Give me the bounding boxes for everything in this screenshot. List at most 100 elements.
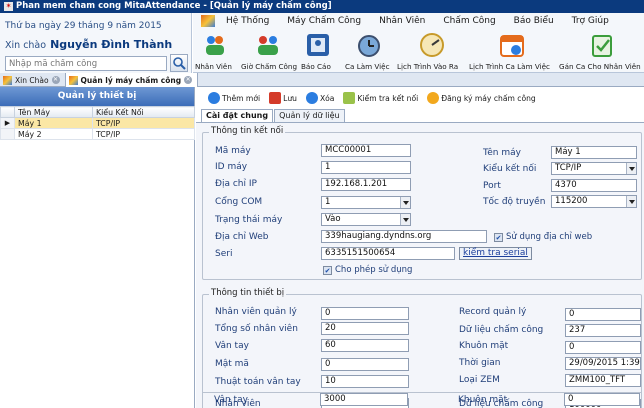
delete-user-icon [305, 92, 318, 104]
add-button[interactable]: Thêm mới [208, 92, 260, 104]
test-connection-button[interactable]: Kiểm tra kết nối [343, 92, 418, 104]
label-van-tay-capacity: Vân tay [214, 395, 248, 405]
calendar-icon [500, 35, 524, 57]
ribbon-gan-ca-cho-nhan-vien[interactable]: Gán Ca Cho Nhân Viên [559, 29, 643, 73]
id-may-field[interactable]: 1 [321, 161, 411, 174]
greeting-label: Xin chào [5, 40, 47, 51]
search-button[interactable] [170, 54, 188, 72]
chevron-down-icon[interactable] [400, 214, 410, 225]
ribbon-lich-trinh-ca-lam-viec[interactable]: Lịch Trình Ca Làm Việc [469, 29, 557, 73]
record-quan-ly-field[interactable]: 0 [565, 308, 641, 321]
thoi-gian-field[interactable]: 29/09/2015 1:39 [565, 357, 641, 370]
table-row[interactable]: ▶ Máy 1 TCP/IP [0, 117, 195, 129]
label-toc-do-truyen: Tốc độ truyền [483, 197, 546, 207]
clock-people-icon [258, 36, 278, 55]
label-thoi-gian: Thời gian [459, 358, 501, 368]
label-thuat-toan-van-tay: Thuật toán vân tay [215, 377, 301, 387]
device-info-group: Thông tin thiết bị Nhân viên quản lý 0 R… [202, 288, 642, 408]
tab-xin-chao[interactable]: Xin Chào ✕ [0, 73, 66, 87]
port-field[interactable]: 4370 [551, 179, 637, 192]
employee-code-search-input[interactable] [5, 56, 167, 71]
column-header-kieu-ket-noi[interactable]: Kiểu Kết Nối [92, 106, 195, 118]
check-serial-button[interactable]: kiểm tra serial [459, 247, 532, 260]
menu-tro-giup[interactable]: Trợ Giúp [563, 16, 618, 26]
label-tong-so-nhan-vien: Tổng số nhân viên [215, 324, 298, 334]
chevron-down-icon[interactable] [626, 163, 636, 174]
chevron-down-icon[interactable] [626, 196, 636, 207]
label-kieu-ket-noi: Kiểu kết nối [483, 164, 537, 174]
alarm-clock-icon [358, 35, 380, 57]
du-lieu-cham-cong-field[interactable]: 237 [565, 324, 641, 337]
van-tay-field[interactable]: 60 [321, 339, 409, 352]
main-menu-bar: Hệ Thống Máy Chấm Công Nhân Viên Chấm Cô… [193, 13, 644, 29]
user-name: Nguyễn Đình Thành [50, 38, 173, 51]
label-id-may: ID máy [215, 162, 248, 172]
label-ma-may: Mã máy [215, 146, 251, 156]
dia-chi-ip-field[interactable]: 192.168.1.201 [321, 178, 411, 191]
window-title: Phan mem cham cong MitaAttendance - [Quả… [16, 1, 332, 11]
cell-connection-type: TCP/IP [92, 117, 195, 129]
khuon-mat-capacity-field[interactable]: 0 [564, 393, 640, 406]
row-indicator-header [0, 106, 15, 118]
column-header-ten-may[interactable]: Tên Máy [14, 106, 93, 118]
cong-com-select[interactable]: 1 [321, 196, 411, 209]
toc-do-truyen-select[interactable]: 115200 [551, 195, 637, 208]
tab-quan-ly-du-lieu[interactable]: Quản lý dữ liệu [274, 109, 345, 122]
report-icon [307, 34, 329, 56]
ma-may-field[interactable]: MCC00001 [321, 144, 411, 157]
seri-field[interactable]: 6335151500654 [321, 247, 455, 260]
cell-connection-type: TCP/IP [92, 128, 195, 140]
close-icon[interactable]: ✕ [184, 76, 193, 84]
device-info-title: Thông tin thiết bị [209, 288, 287, 298]
save-button[interactable]: Lưu [269, 92, 297, 104]
schedule-icon [420, 33, 444, 57]
loai-zem-field[interactable]: ZMM100_TFT [565, 374, 641, 387]
menu-he-thong[interactable]: Hệ Thống [217, 16, 278, 26]
delete-button[interactable]: Xóa [305, 92, 334, 104]
trang-thai-may-select[interactable]: Vào [321, 213, 411, 226]
search-icon [173, 57, 186, 70]
device-list-title: Quản lý thiết bị [0, 87, 194, 106]
register-device-button[interactable]: Đăng ký máy chấm công [427, 92, 536, 104]
document-tab-strip: Xin Chào ✕ Quản lý máy chấm công ✕ [0, 73, 644, 87]
ribbon-gio-cham-cong[interactable]: Giờ Chấm Công [241, 29, 297, 73]
key-icon [427, 92, 440, 104]
dia-chi-web-field[interactable]: 339haugiang.dyndns.org [321, 230, 487, 243]
settings-tabs: Cài đặt chung Quản lý dữ liệu [201, 109, 346, 122]
add-user-icon [208, 92, 220, 104]
menu-cham-cong[interactable]: Chấm Công [434, 16, 504, 26]
tab-cai-dat-chung[interactable]: Cài đặt chung [201, 109, 274, 122]
van-tay-capacity-field[interactable]: 3000 [320, 393, 408, 406]
label-khuon-mat: Khuôn mặt [459, 341, 509, 351]
label-van-tay: Vân tay [215, 341, 249, 351]
chevron-down-icon[interactable] [400, 197, 410, 208]
close-icon[interactable]: ✕ [51, 76, 60, 84]
tab-quan-ly-may-cham-cong[interactable]: Quản lý máy chấm công ✕ [65, 73, 199, 87]
menu-nhan-vien[interactable]: Nhân Viên [370, 16, 434, 26]
tong-so-nhan-vien-field[interactable]: 20 [321, 322, 409, 335]
use-web-address-checkbox[interactable]: ✔ Sử dụng địa chỉ web [494, 232, 592, 242]
window-titlebar: ✶ Phan mem cham cong MitaAttendance - [Q… [0, 0, 644, 13]
action-toolbar: Thêm mới Lưu Xóa Kiểm tra kết nối Đăng k… [196, 87, 644, 109]
menu-bao-bieu[interactable]: Báo Biểu [505, 16, 563, 26]
label-seri: Seri [215, 249, 233, 259]
ribbon-bao-cao[interactable]: Báo Cáo [299, 29, 339, 73]
table-row[interactable]: Máy 2 TCP/IP [0, 128, 195, 140]
allow-use-checkbox[interactable]: ✔ Cho phép sử dụng [323, 265, 412, 275]
ribbon-ca-lam-viec[interactable]: Ca Làm Việc [345, 29, 393, 73]
label-mat-ma: Mật mã [215, 359, 249, 369]
app-icon: ✶ [4, 2, 13, 11]
nhan-vien-quan-ly-field[interactable]: 0 [321, 307, 409, 320]
ribbon-nhan-vien[interactable]: Nhân Viên [195, 29, 235, 73]
label-dia-chi-ip: Địa chỉ IP [215, 179, 257, 189]
device-list-pane: Quản lý thiết bị Tên Máy Kiểu Kết Nối ▶ … [0, 87, 195, 408]
ten-may-field[interactable]: Máy 1 [551, 146, 637, 159]
app-logo-icon [201, 15, 215, 27]
thuat-toan-van-tay-field[interactable]: 10 [321, 375, 409, 388]
kieu-ket-noi-select[interactable]: TCP/IP [551, 162, 637, 175]
ribbon-lich-trinh-vao-ra[interactable]: Lịch Trình Vào Ra [397, 29, 465, 73]
menu-may-cham-cong[interactable]: Máy Chấm Công [278, 16, 370, 26]
khuon-mat-field[interactable]: 0 [565, 341, 641, 354]
mat-ma-field[interactable]: 0 [321, 358, 409, 371]
save-icon [269, 92, 282, 104]
